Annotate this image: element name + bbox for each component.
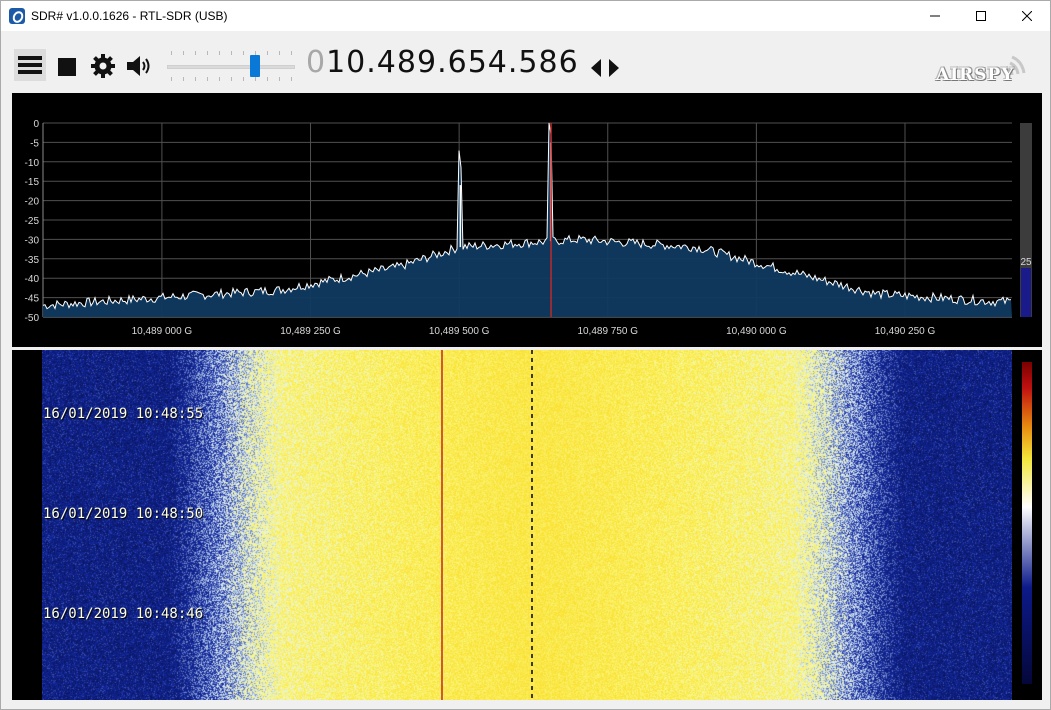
close-button[interactable] xyxy=(1004,1,1050,31)
frequency-leading-digit[interactable]: 0 xyxy=(306,45,326,80)
toolbar: 0 10.489.654.586 AIRSPY xyxy=(1,31,1050,93)
slider-tick xyxy=(207,77,208,81)
x-tick-label: 10,490 000 G xyxy=(726,326,787,337)
gear-icon xyxy=(91,54,115,78)
stop-icon xyxy=(58,58,76,76)
slider-tick xyxy=(219,77,220,81)
y-tick-label: -20 xyxy=(25,197,40,208)
slider-tick xyxy=(183,77,184,81)
y-tick-label: -25 xyxy=(25,216,40,227)
volume-slider-thumb[interactable] xyxy=(250,55,260,77)
spectrum-chart: 0 -5 -10 -15 -20 -25 -30 -35 -40 -45 -50 10,489 000… xyxy=(25,119,1032,337)
waterfall-timestamp: 16/01/2019 10:48:55 xyxy=(43,406,204,422)
level-bar-fill xyxy=(1021,268,1031,317)
x-tick-label: 10,490 250 G xyxy=(875,326,936,337)
airspy-logo: AIRSPY xyxy=(934,49,1034,89)
minimize-icon xyxy=(930,15,940,17)
y-tick-label: -45 xyxy=(25,294,40,305)
menu-button[interactable] xyxy=(14,49,46,81)
y-tick-label: -5 xyxy=(30,138,39,149)
slider-tick xyxy=(291,77,292,81)
slider-tick xyxy=(171,77,172,81)
x-tick-label: 10,489 250 G xyxy=(280,326,341,337)
window-controls xyxy=(912,1,1050,31)
slider-tick xyxy=(207,51,208,55)
slider-tick xyxy=(267,77,268,81)
y-tick-label: -15 xyxy=(25,177,40,188)
slider-tick xyxy=(231,77,232,81)
slider-tick xyxy=(219,51,220,55)
left-right-arrows-icon[interactable] xyxy=(591,59,619,77)
slider-tick xyxy=(291,51,292,55)
hamburger-icon xyxy=(18,56,42,74)
waterfall-overlay xyxy=(441,350,533,700)
x-tick-label: 10,489 500 G xyxy=(429,326,490,337)
waterfall-display[interactable]: 16/01/2019 10:48:55 16/01/2019 10:48:50 … xyxy=(12,350,1042,700)
slider-tick xyxy=(279,51,280,55)
frequency-value[interactable]: 10.489.654.586 xyxy=(326,45,579,80)
slider-tick xyxy=(195,77,196,81)
audio-button[interactable] xyxy=(123,51,155,81)
frequency-display[interactable]: 0 10.489.654.586 xyxy=(306,45,579,85)
slider-track xyxy=(167,65,295,69)
waterfall-timestamp: 16/01/2019 10:48:46 xyxy=(43,606,204,622)
y-tick-label: 0 xyxy=(33,119,39,130)
slider-tick xyxy=(279,77,280,81)
waterfall-color-scale xyxy=(1022,362,1032,684)
logo-text: AIRSPY xyxy=(936,65,1015,85)
title-bar: SDR# v1.0.0.1626 - RTL-SDR (USB) xyxy=(1,1,1050,31)
slider-tick xyxy=(195,51,196,55)
maximize-icon xyxy=(976,11,986,21)
waterfall-timestamp: 16/01/2019 10:48:50 xyxy=(43,506,204,522)
slider-tick xyxy=(243,51,244,55)
y-tick-label: -30 xyxy=(25,235,40,246)
y-tick-label: -50 xyxy=(25,313,40,324)
window-title: SDR# v1.0.0.1626 - RTL-SDR (USB) xyxy=(31,9,228,23)
minimize-button[interactable] xyxy=(912,1,958,31)
maximize-button[interactable] xyxy=(958,1,1004,31)
slider-tick xyxy=(243,77,244,81)
slider-ticks-top xyxy=(167,51,295,57)
spectrum-analyzer[interactable]: 0 -5 -10 -15 -20 -25 -30 -35 -40 -45 -50 10,489 000… xyxy=(12,93,1042,347)
slider-ticks-bottom xyxy=(167,77,295,83)
y-tick-label: -40 xyxy=(25,274,40,285)
x-tick-label: 10,489 750 G xyxy=(577,326,638,337)
x-tick-label: 10,489 000 G xyxy=(132,326,193,337)
speaker-icon xyxy=(127,56,150,76)
stop-button[interactable] xyxy=(53,53,81,81)
slider-tick xyxy=(183,51,184,55)
slider-tick xyxy=(267,51,268,55)
y-tick-label: -35 xyxy=(25,255,40,266)
volume-slider[interactable] xyxy=(167,51,295,81)
sdr-window: SDR# v1.0.0.1626 - RTL-SDR (USB) 0 10.48… xyxy=(0,0,1051,710)
slider-tick xyxy=(171,51,172,55)
slider-tick xyxy=(231,51,232,55)
close-icon xyxy=(1022,11,1032,21)
settings-button[interactable] xyxy=(88,51,118,81)
level-bar-label: 25 xyxy=(1020,257,1032,268)
slider-tick xyxy=(255,77,256,81)
y-tick-label: -10 xyxy=(25,158,40,169)
app-icon xyxy=(9,8,25,24)
